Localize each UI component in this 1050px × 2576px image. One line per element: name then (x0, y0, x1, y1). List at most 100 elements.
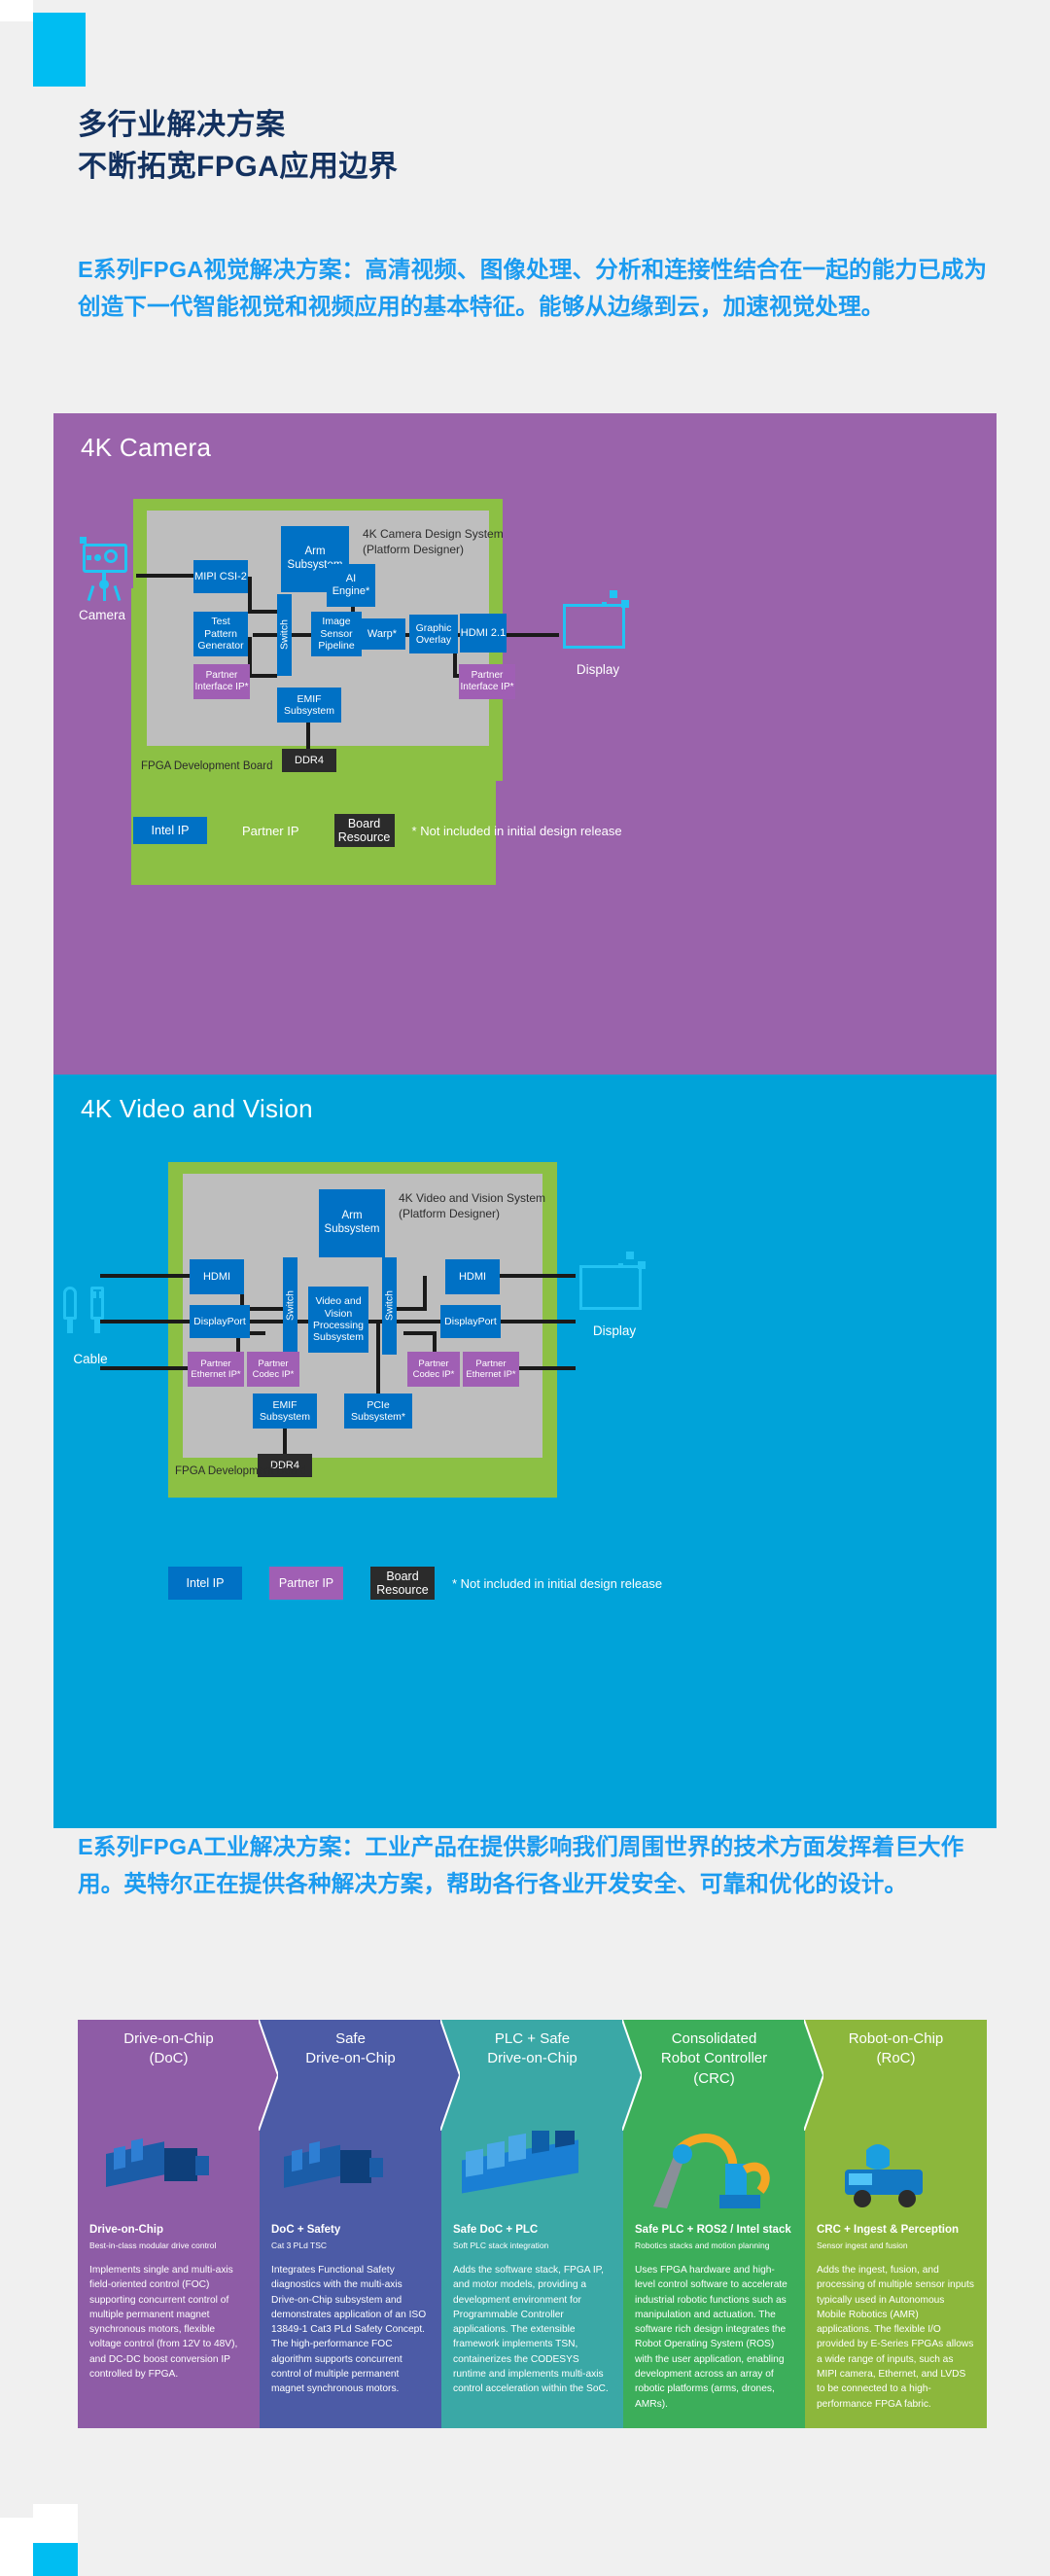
block-test-pattern-generator: Test Pattern Generator (193, 612, 248, 656)
legend-label: Board Resource (376, 1569, 429, 1597)
block-partner-ethernet-ip-left: Partner Ethernet IP* (188, 1352, 244, 1387)
card-title-2: Safe DoC + PLC (453, 2224, 539, 2236)
block-label: EMIF Subsystem (260, 1398, 310, 1423)
card-head-label: Safe Drive-on-Chip (305, 2030, 396, 2067)
block-label: Arm Subsystem (324, 1210, 380, 1235)
block-partner-ethernet-ip-right: Partner Ethernet IP* (463, 1352, 519, 1387)
video-diagram-canvas: Arm Subsystem 4K Video and Vision System… (53, 1075, 997, 1828)
block-label: Warp* (367, 627, 398, 640)
wire-cable-to-hdmi-left (100, 1274, 190, 1278)
solution-cards-row: Drive-on-Chip (DoC) Drive-on-Chip Best-i… (78, 2020, 987, 2428)
block-switch-right-video: Switch (382, 1257, 397, 1355)
block-pcie-subsystem: PCIe Subsystem* (344, 1394, 412, 1429)
mobile-robot-icon (845, 2144, 923, 2207)
bottom-left-white-edge (0, 2518, 33, 2576)
legend-note-video: * Not included in initial design release (452, 1575, 663, 1591)
card-illustration-2 (441, 2117, 623, 2218)
block-graphic-overlay: Graphic Overlay (409, 615, 458, 653)
legend-partner-ip-video: Partner IP (269, 1567, 343, 1600)
wire-codec-right-to-switch (403, 1331, 437, 1335)
card-head-label: PLC + Safe Drive-on-Chip (487, 2030, 578, 2067)
card-title-4: CRC + Ingest & Perception (817, 2224, 960, 2236)
wire-mipi-to-switch (248, 610, 277, 614)
block-emif-subsystem-camera: EMIF Subsystem (277, 688, 341, 723)
wire-switch-right-up (423, 1276, 427, 1311)
block-label: Switch (383, 1290, 396, 1322)
card-head-label: Robot-on-Chip (RoC) (848, 2030, 944, 2067)
block-label: Test Pattern Generator (197, 616, 244, 653)
page-title: 多行业解决方案 不断拓宽FPGA应用边界 (78, 105, 982, 188)
card-plc-safe-drive-on-chip[interactable]: PLC + Safe Drive-on-Chip Safe DoC + PLC … (441, 2020, 642, 2428)
block-video-vision-processing-subsystem: Video and Vision Processing Subsystem (308, 1287, 368, 1353)
card-consolidated-robot-controller[interactable]: Consolidated Robot Controller (CRC) Safe… (623, 2020, 823, 2428)
chevron-right-icon-0 (259, 2020, 278, 2131)
chevron-right-icon-3 (804, 2020, 823, 2131)
legend-label: Partner IP (278, 1575, 334, 1590)
block-displayport-right: DisplayPort (440, 1305, 501, 1338)
card-drive-on-chip[interactable]: Drive-on-Chip (DoC) Drive-on-Chip Best-i… (78, 2020, 278, 2428)
card-body-4: CRC + Ingest & Perception Sensor ingest … (805, 2218, 987, 2428)
page-title-line-1: 多行业解决方案 (78, 109, 286, 141)
block-label: DDR4 (295, 754, 324, 766)
card-header-0: Drive-on-Chip (DoC) (78, 2020, 278, 2131)
block-image-sensor-pipeline: Image Sensor Pipeline (311, 612, 362, 656)
bottom-cyan-square (33, 2543, 78, 2576)
card-header-3: Consolidated Robot Controller (CRC) (623, 2020, 823, 2131)
card-illustration-4 (805, 2131, 987, 2218)
block-label: Partner Ethernet IP* (466, 1358, 516, 1380)
legend-intel-ip-camera: Intel IP (133, 817, 207, 844)
wire-hdmi-right-out (500, 1274, 576, 1278)
wire-testpattern-to-switch (253, 633, 280, 637)
card-header-1: Safe Drive-on-Chip (260, 2020, 460, 2131)
block-emif-subsystem-video: EMIF Subsystem (253, 1394, 317, 1429)
card-head-label: Drive-on-Chip (DoC) (123, 2030, 214, 2067)
block-label: Partner Ethernet IP* (191, 1358, 241, 1380)
block-displayport-left: DisplayPort (190, 1305, 250, 1338)
display-external-label-video: Display (592, 1323, 637, 1338)
card-safe-drive-on-chip[interactable]: Safe Drive-on-Chip DoC + Safety Cat 3 PL… (260, 2020, 460, 2428)
block-label: Partner Codec IP* (252, 1358, 295, 1380)
block-hdmi-21: HDMI 2.1 (460, 614, 507, 653)
legend-label: Intel IP (186, 1575, 225, 1590)
card-robot-on-chip[interactable]: Robot-on-Chip (RoC) CRC + Ingest & Perce… (805, 2020, 987, 2428)
chevron-right-icon-2 (622, 2020, 642, 2131)
block-switch-left-video: Switch (283, 1257, 298, 1355)
block-arm-subsystem-video: Arm Subsystem (319, 1189, 385, 1257)
block-partner-interface-ip-right: Partner Interface IP* (459, 664, 515, 699)
display-icon-camera (559, 588, 637, 656)
card-header-2: PLC + Safe Drive-on-Chip (441, 2020, 642, 2131)
block-partner-codec-ip-left: Partner Codec IP* (247, 1352, 299, 1387)
cyan-accent-square (33, 13, 86, 87)
legend-board-resource-camera: Board Resource (333, 814, 395, 847)
block-label: DisplayPort (444, 1315, 497, 1327)
legend-intel-ip-video: Intel IP (168, 1567, 242, 1600)
block-label: Graphic Overlay (415, 621, 452, 646)
plc-controller-icon (462, 2117, 578, 2194)
wire-hdmi-to-display (506, 633, 559, 637)
card-subtitle-0: Best-in-class modular drive control (89, 2241, 217, 2250)
block-label: Image Sensor Pipeline (318, 616, 355, 653)
block-label: Video and Vision Processing Subsystem (313, 1295, 364, 1344)
block-label: Switch (278, 619, 291, 651)
card-subtitle-2: Soft PLC stack integration (453, 2241, 549, 2250)
card-paragraph-0: Implements single and multi-axis field-o… (89, 2265, 238, 2381)
card-head-label: Consolidated Robot Controller (CRC) (660, 2030, 768, 2087)
card-subtitle-3: Robotics stacks and motion planning (635, 2241, 770, 2250)
block-ddr4-camera: DDR4 (282, 749, 336, 772)
wire-mipi-down (248, 577, 252, 614)
system-name-line-1: 4K Video and Vision System (399, 1191, 545, 1205)
system-name-camera: 4K Camera Design System (Platform Design… (363, 527, 504, 557)
legend-label: Intel IP (151, 823, 190, 837)
page-title-line-2: 不断拓宽FPGA应用边界 (78, 150, 399, 183)
block-label: HDMI 2.1 (460, 626, 507, 639)
cable-external-label: Cable (73, 1352, 108, 1366)
camera-external-label: Camera (78, 608, 125, 622)
card-subtitle-4: Sensor ingest and fusion (817, 2241, 908, 2250)
block-label: Partner Interface IP* (194, 670, 249, 692)
block-hdmi-right: HDMI (445, 1259, 500, 1294)
display-icon-video (576, 1250, 653, 1318)
block-label: MIPI CSI-2 (194, 570, 247, 582)
block-label: Partner Interface IP* (460, 670, 514, 692)
block-label: PCIe Subsystem* (350, 1398, 406, 1423)
legend-partner-ip-camera: Partner IP (242, 823, 299, 838)
